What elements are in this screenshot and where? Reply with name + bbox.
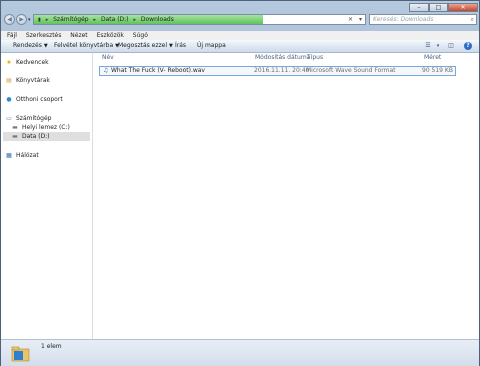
column-header-modified[interactable]: Módosítás dátuma	[255, 54, 310, 62]
nav-label: Számítógép	[16, 115, 52, 122]
recent-pages-dropdown[interactable]: ▾	[28, 17, 31, 23]
drive-icon: ▬	[12, 133, 18, 140]
breadcrumb-computer[interactable]: Számítógép	[53, 16, 88, 23]
title-bar: – □ ✕ ◀ ▶ ▾ ▮ ▸ Számítógép ▸ Data (D:) ▸…	[1, 1, 479, 31]
address-bar[interactable]: ▮ ▸ Számítógép ▸ Data (D:) ▸ Downloads ✕…	[33, 14, 366, 25]
drive-icon: ▬	[12, 124, 18, 131]
column-header-name[interactable]: Név	[102, 54, 114, 62]
view-options-icon[interactable]: ☰	[423, 42, 433, 50]
breadcrumb-downloads[interactable]: Downloads	[141, 16, 174, 23]
nav-label: Otthoni csoport	[16, 96, 63, 103]
nav-item-homegroup[interactable]: ● Otthoni csoport	[5, 95, 63, 104]
back-button[interactable]: ◀	[4, 14, 15, 25]
stop-icon[interactable]: ✕	[346, 15, 355, 24]
add-to-library-label: Felvétel könyvtárba	[54, 42, 114, 49]
star-icon: ★	[6, 59, 12, 66]
breadcrumb-separator-icon[interactable]: ▸	[133, 17, 136, 23]
explorer-window: – □ ✕ ◀ ▶ ▾ ▮ ▸ Számítógép ▸ Data (D:) ▸…	[0, 0, 480, 366]
preview-pane-icon[interactable]: ◫	[446, 42, 456, 50]
organize-button[interactable]: Rendezés ▼	[13, 40, 48, 52]
nav-item-local-disk[interactable]: ▬ Helyi lemez (C:)	[11, 123, 70, 132]
search-input[interactable]: Keresés: Downloads ⌕	[369, 14, 477, 25]
maximize-button[interactable]: □	[429, 3, 448, 12]
forward-arrow-icon: ▶	[19, 16, 24, 23]
details-pane: 1 elem	[1, 339, 479, 366]
nav-item-favorites[interactable]: ★ Kedvencek	[5, 58, 49, 67]
file-size: 90 519 KB	[422, 67, 453, 74]
command-bar: Rendezés ▼ Felvétel könyvtárba ▼ Megosztás…	[1, 40, 479, 53]
folder-icon	[11, 346, 30, 362]
forward-button[interactable]: ▶	[16, 14, 27, 25]
minimize-button[interactable]: –	[409, 3, 429, 12]
address-dropdown-icon[interactable]: ▾	[356, 15, 365, 24]
burn-button[interactable]: Írás	[175, 40, 186, 52]
organize-label: Rendezés	[13, 42, 42, 49]
network-icon: ▦	[6, 152, 12, 159]
file-type: Microsoft Wave Sound Format	[306, 67, 396, 74]
homegroup-icon: ●	[6, 96, 12, 103]
navigation-pane: ★ Kedvencek ▤ Könyvtárak ● Otthoni csoport …	[1, 53, 93, 339]
file-list: Név Módosítás dátuma Típus Méret ♫ What …	[93, 53, 479, 339]
chevron-down-icon: ▼	[169, 43, 173, 49]
view-dropdown-icon[interactable]: ▾	[433, 42, 443, 50]
nav-label: Könyvtárak	[16, 77, 50, 84]
nav-item-network[interactable]: ▦ Hálózat	[5, 151, 39, 160]
add-to-library-button[interactable]: Felvétel könyvtárba ▼	[54, 40, 119, 52]
table-row[interactable]: ♫ What The Fuck (V- Reboot).wav 2016.11.…	[99, 66, 456, 76]
nav-item-computer[interactable]: ▭ Számítógép	[5, 114, 51, 123]
menu-tools[interactable]: Eszközök	[97, 32, 124, 39]
breadcrumb: ▮ ▸ Számítógép ▸ Data (D:) ▸ Downloads	[38, 15, 177, 24]
help-icon[interactable]: ?	[464, 42, 472, 50]
breadcrumb-data-drive[interactable]: Data (D:)	[101, 16, 129, 23]
nav-item-libraries[interactable]: ▤ Könyvtárak	[5, 76, 50, 85]
search-placeholder: Keresés: Downloads	[373, 16, 434, 23]
menu-file[interactable]: Fájl	[7, 32, 17, 39]
audio-file-icon: ♫	[103, 67, 109, 74]
back-arrow-icon: ◀	[7, 16, 12, 23]
menu-view[interactable]: Nézet	[70, 32, 87, 39]
nav-label: Helyi lemez (C:)	[22, 124, 70, 131]
item-count: 1 elem	[41, 343, 62, 350]
breadcrumb-separator-icon[interactable]: ▸	[46, 17, 49, 23]
breadcrumb-separator-icon[interactable]: ▸	[94, 17, 97, 23]
nav-label: Data (D:)	[22, 133, 50, 140]
menu-edit[interactable]: Szerkesztés	[26, 32, 62, 39]
column-header-size[interactable]: Méret	[424, 54, 441, 62]
menu-help[interactable]: Súgó	[133, 32, 148, 39]
menu-bar: Fájl Szerkesztés Nézet Eszközök Súgó	[1, 31, 479, 40]
new-folder-button[interactable]: Új mappa	[197, 40, 226, 52]
nav-item-data-disk[interactable]: ▬ Data (D:)	[11, 132, 50, 141]
file-name: What The Fuck (V- Reboot).wav	[111, 67, 205, 74]
share-with-button[interactable]: Megosztás ezzel ▼	[118, 40, 173, 52]
column-header-type[interactable]: Típus	[307, 54, 323, 62]
close-button[interactable]: ✕	[448, 3, 478, 12]
search-icon[interactable]: ⌕	[471, 15, 474, 24]
library-icon: ▤	[6, 77, 12, 84]
computer-icon: ▭	[6, 115, 12, 122]
nav-label: Hálózat	[16, 152, 39, 159]
share-with-label: Megosztás ezzel	[118, 42, 168, 49]
file-modified: 2016.11.11. 20:40	[254, 67, 310, 74]
chevron-down-icon: ▼	[43, 43, 48, 49]
nav-label: Kedvencek	[16, 59, 49, 66]
folder-icon: ▮	[38, 17, 41, 23]
